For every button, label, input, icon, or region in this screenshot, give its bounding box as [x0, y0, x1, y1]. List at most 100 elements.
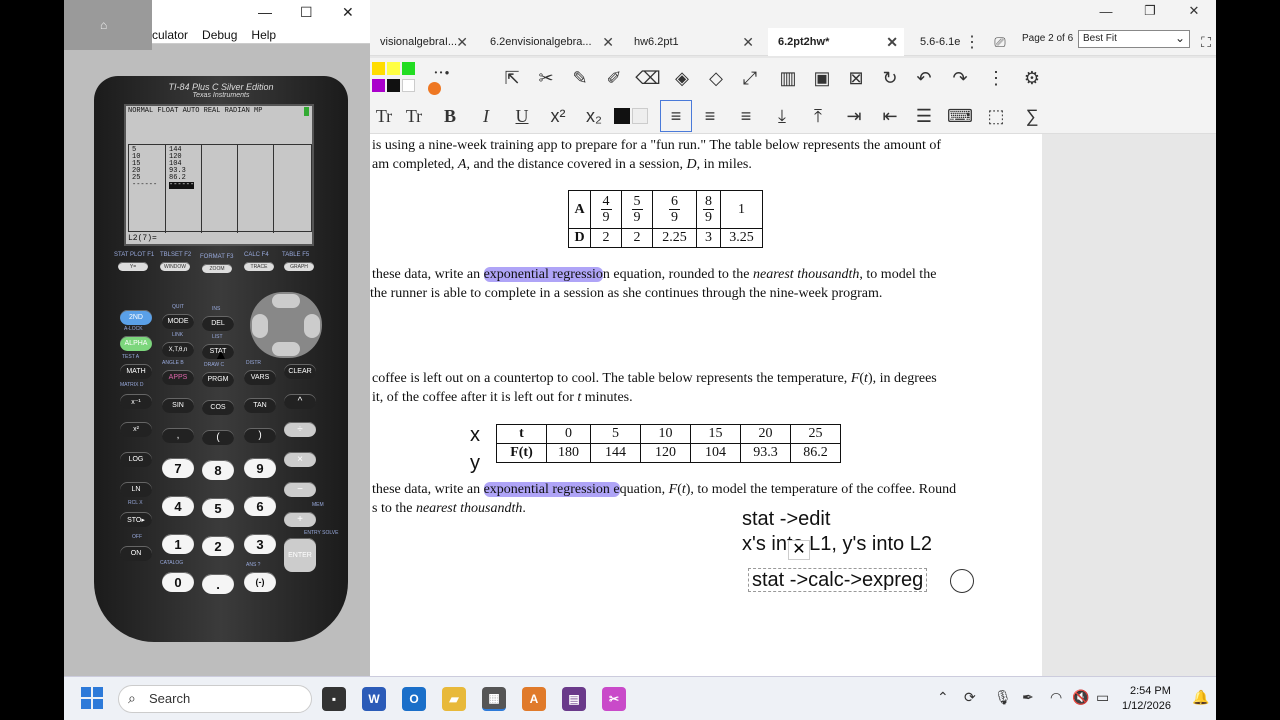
digit-7-key[interactable]: 7: [162, 458, 194, 478]
ln-key[interactable]: LN: [120, 482, 152, 497]
apps-key[interactable]: APPS: [162, 370, 194, 385]
file-explorer-icon[interactable]: ▰: [442, 687, 466, 711]
close-icon[interactable]: ✕: [788, 540, 810, 560]
shapes-icon[interactable]: ◇: [702, 64, 730, 92]
digit-0-key[interactable]: 0: [162, 572, 194, 592]
tab-6-2envisionalgebra[interactable]: 6.2envisionalgebra... ✕: [480, 28, 620, 56]
fit-mode-select[interactable]: Best Fit ⌄: [1078, 30, 1190, 48]
font-size-increase-button[interactable]: Tr: [400, 102, 428, 130]
pen-icon[interactable]: ✎: [566, 64, 594, 92]
indent-icon[interactable]: ⇥: [840, 102, 868, 130]
vars-key[interactable]: VARS: [244, 370, 276, 385]
menu-debug[interactable]: Debug: [202, 28, 237, 42]
arrow-right-key[interactable]: [304, 314, 320, 338]
outlook-icon[interactable]: O: [402, 687, 426, 711]
search-input[interactable]: ⌕ Search: [118, 685, 312, 713]
pen-icon[interactable]: ✒: [1022, 689, 1034, 706]
align-top-icon[interactable]: ⤒: [804, 102, 832, 130]
undo-icon[interactable]: ↶: [910, 64, 938, 92]
color-black[interactable]: [387, 79, 400, 92]
menu-calculator[interactable]: culator: [152, 28, 188, 42]
close-icon[interactable]: ✕: [1172, 0, 1216, 22]
text-box-icon[interactable]: ⬚: [982, 102, 1010, 130]
menu-help[interactable]: Help: [251, 28, 276, 42]
divide-key[interactable]: ÷: [284, 422, 316, 437]
arrow-pad[interactable]: [250, 292, 322, 358]
enter-key[interactable]: ENTER: [284, 538, 316, 572]
snipping-tool-icon[interactable]: ✂: [602, 687, 626, 711]
subscript-button[interactable]: x₂: [580, 102, 608, 130]
negative-key[interactable]: (-): [244, 572, 276, 592]
ti-connect-icon[interactable]: ▦: [482, 687, 506, 711]
tab-close-icon[interactable]: ✕: [886, 34, 898, 51]
eraser-icon[interactable]: ⌫: [634, 64, 662, 92]
pin-icon[interactable]: ⌂: [100, 18, 107, 32]
settings-panel-icon[interactable]: ⚙: [1018, 64, 1046, 92]
power-key[interactable]: ^: [284, 394, 316, 409]
line-icon[interactable]: ⤢: [736, 64, 764, 92]
bold-button[interactable]: B: [436, 102, 464, 130]
digit-1-key[interactable]: 1: [162, 534, 194, 554]
battery-icon[interactable]: ▭: [1096, 689, 1109, 706]
chevron-up-icon[interactable]: ⌃: [937, 689, 949, 706]
fill-icon[interactable]: ◈: [668, 64, 696, 92]
tab-close-icon[interactable]: ✕: [742, 34, 754, 51]
outdent-icon[interactable]: ⇤: [876, 102, 904, 130]
log-key[interactable]: LOG: [120, 452, 152, 467]
redo-icon[interactable]: ↷: [946, 64, 974, 92]
square-key[interactable]: x²: [120, 422, 152, 437]
color-light-yellow[interactable]: [387, 62, 400, 75]
color-purple[interactable]: [372, 79, 385, 92]
graph-key[interactable]: GRAPH: [284, 262, 314, 271]
tab-close-icon[interactable]: ✕: [602, 34, 614, 51]
digit-8-key[interactable]: 8: [202, 460, 234, 480]
minimize-icon[interactable]: —: [258, 4, 272, 20]
sum-icon[interactable]: ∑: [1018, 102, 1046, 130]
more-vertical-icon[interactable]: ⋮: [958, 28, 986, 56]
minimize-icon[interactable]: —: [1084, 0, 1128, 22]
plus-key[interactable]: +: [284, 512, 316, 527]
clock[interactable]: 2:54 PM 1/12/2026: [1122, 684, 1171, 714]
digit-5-key[interactable]: 5: [202, 498, 234, 518]
digit-9-key[interactable]: 9: [244, 458, 276, 478]
y-equals-key[interactable]: Y=: [118, 262, 148, 271]
sync-icon[interactable]: ⟳: [964, 689, 976, 706]
tan-key[interactable]: TAN: [244, 398, 276, 413]
handwritten-note-2[interactable]: x's into L1, y's into L2: [742, 533, 932, 556]
prgm-key[interactable]: PRGM: [202, 372, 234, 387]
arrow-left-key[interactable]: [252, 314, 268, 338]
left-paren-key[interactable]: (: [202, 430, 234, 445]
digit-3-key[interactable]: 3: [244, 534, 276, 554]
zoom-key[interactable]: ZOOM: [202, 264, 232, 273]
superscript-button[interactable]: x²: [544, 102, 572, 130]
digit-6-key[interactable]: 6: [244, 496, 276, 516]
del-key[interactable]: DEL: [202, 316, 234, 331]
tab-6-2pt2hw[interactable]: 6.2pt2hw* ✕: [768, 28, 904, 56]
task-view-icon[interactable]: ▪: [322, 687, 346, 711]
delete-page-icon[interactable]: ⊠: [842, 64, 870, 92]
select-arrow-icon[interactable]: ⇱: [498, 64, 526, 92]
store-key[interactable]: STO▸: [120, 512, 152, 527]
cos-key[interactable]: COS: [202, 400, 234, 415]
minus-key[interactable]: −: [284, 482, 316, 497]
inverse-key[interactable]: x⁻¹: [120, 394, 152, 409]
image-icon[interactable]: ▣: [808, 64, 836, 92]
text-color-white[interactable]: [632, 108, 648, 124]
handwritten-note-1[interactable]: stat ->edit: [742, 508, 830, 531]
digit-2-key[interactable]: 2: [202, 536, 234, 556]
color-yellow[interactable]: [372, 62, 385, 75]
volume-muted-icon[interactable]: 🔇: [1072, 689, 1089, 706]
mode-key[interactable]: MODE: [162, 314, 194, 329]
start-windows-icon[interactable]: [81, 687, 103, 709]
highlighter-icon[interactable]: ✐: [600, 64, 628, 92]
handwritten-note-3[interactable]: stat ->calc->expreg: [748, 568, 928, 592]
comma-key[interactable]: ,: [162, 428, 194, 443]
bullet-list-icon[interactable]: ☰: [910, 102, 938, 130]
rotate-page-icon[interactable]: ↻: [876, 64, 904, 92]
align-left-icon[interactable]: ≡: [660, 100, 692, 132]
fullscreen-icon[interactable]: ⛶: [1196, 28, 1216, 56]
tab-close-icon[interactable]: ✕: [456, 34, 468, 51]
app-icon[interactable]: A: [522, 687, 546, 711]
font-size-decrease-button[interactable]: Tr: [370, 102, 398, 130]
trace-key[interactable]: TRACE: [244, 262, 274, 271]
